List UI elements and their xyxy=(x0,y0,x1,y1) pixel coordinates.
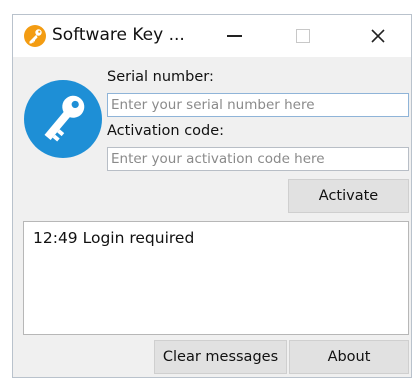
software-key-window: Software Key ... Serial number: Activati… xyxy=(12,14,412,378)
minimize-icon xyxy=(226,35,242,37)
about-button[interactable]: About xyxy=(289,340,409,374)
close-button[interactable] xyxy=(353,15,403,57)
activate-button[interactable]: Activate xyxy=(288,179,409,213)
title-bar[interactable]: Software Key ... xyxy=(13,15,411,57)
activation-code-label: Activation code: xyxy=(107,123,225,139)
maximize-button[interactable] xyxy=(278,15,328,57)
minimize-button[interactable] xyxy=(209,15,259,57)
app-key-icon xyxy=(24,25,46,47)
key-badge-icon xyxy=(24,80,102,158)
serial-number-label: Serial number: xyxy=(107,69,214,85)
clear-messages-button[interactable]: Clear messages xyxy=(154,340,287,374)
serial-number-input[interactable] xyxy=(107,93,409,117)
window-title: Software Key ... xyxy=(52,25,185,45)
activation-code-input[interactable] xyxy=(107,147,409,171)
message-log[interactable]: 12:49 Login required xyxy=(23,221,409,335)
maximize-icon xyxy=(296,29,310,43)
log-message: 12:49 Login required xyxy=(33,229,195,247)
close-icon xyxy=(371,29,385,43)
